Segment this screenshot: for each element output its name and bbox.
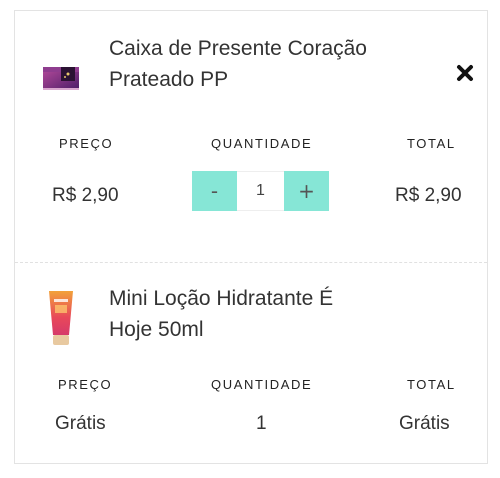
quantity-input[interactable] bbox=[237, 171, 284, 211]
remove-item-button[interactable] bbox=[453, 61, 477, 85]
product-title-line-2: Hoje 50ml bbox=[109, 318, 204, 341]
product-title-line-1: Caixa de Presente Coração bbox=[109, 37, 367, 60]
cart-item-lotion: Mini Loção Hidratante É Hoje 50ml PREÇO … bbox=[15, 263, 487, 463]
price-header: PREÇO bbox=[59, 136, 114, 151]
decrement-button[interactable]: - bbox=[192, 171, 237, 211]
total-value: R$ 2,90 bbox=[395, 185, 462, 206]
total-value: Grátis bbox=[399, 413, 450, 434]
product-title-line-1: Mini Loção Hidratante É bbox=[109, 287, 334, 310]
increment-button[interactable]: + bbox=[284, 171, 329, 211]
quantity-header: QUANTIDADE bbox=[211, 136, 313, 151]
cart-item-gift-box: Caixa de Presente Coração Prateado PP PR… bbox=[15, 11, 487, 263]
price-value: Grátis bbox=[55, 413, 106, 434]
product-title[interactable]: Caixa de Presente Coração Prateado PP bbox=[109, 33, 409, 95]
lotion-tube-thumbnail bbox=[45, 289, 77, 347]
total-header: TOTAL bbox=[407, 136, 456, 151]
price-value: R$ 2,90 bbox=[52, 185, 119, 206]
price-header: PREÇO bbox=[58, 377, 113, 392]
product-title[interactable]: Mini Loção Hidratante É Hoje 50ml bbox=[109, 283, 409, 345]
gift-box-thumbnail bbox=[41, 55, 81, 95]
product-title-line-2: Prateado PP bbox=[109, 68, 229, 91]
quantity-stepper: - + bbox=[192, 171, 329, 211]
quantity-header: QUANTIDADE bbox=[211, 377, 313, 392]
quantity-value: 1 bbox=[256, 413, 267, 434]
cart-panel: Caixa de Presente Coração Prateado PP PR… bbox=[14, 10, 488, 464]
total-header: TOTAL bbox=[407, 377, 456, 392]
close-icon bbox=[457, 65, 473, 81]
